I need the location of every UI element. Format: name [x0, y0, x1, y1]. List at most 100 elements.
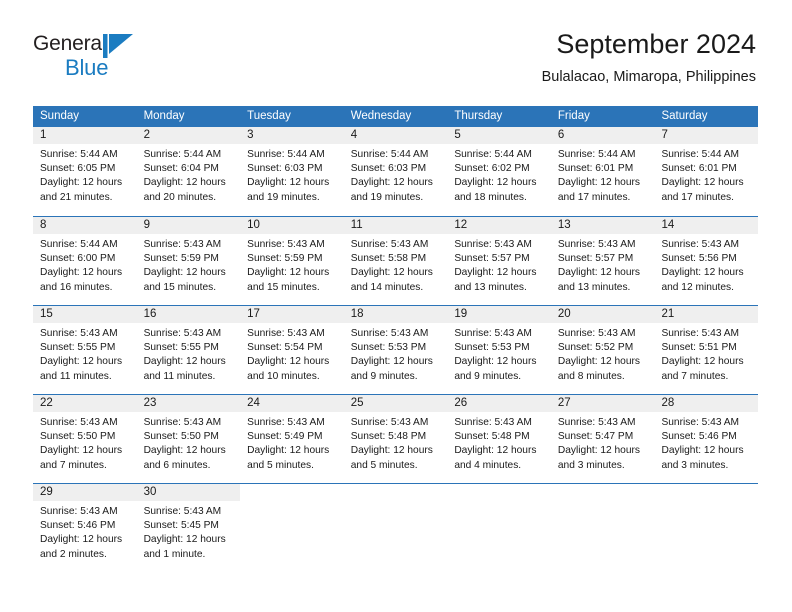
daylight-text-line1: Daylight: 12 hours [454, 356, 537, 368]
sunset-text: Sunset: 6:00 PM [40, 253, 116, 265]
daylight-text-line2: and 19 minutes. [247, 191, 320, 203]
day-cell[interactable]: 11 Sunrise: 5:43 AM Sunset: 5:58 PM Dayl… [343, 217, 448, 305]
day-details: Sunrise: 5:43 AM Sunset: 5:57 PM Dayligh… [551, 234, 655, 295]
day-cell[interactable]: 2 Sunrise: 5:44 AM Sunset: 6:04 PM Dayli… [136, 127, 241, 216]
day-number: 3 [240, 127, 344, 144]
daylight-text-line1: Daylight: 12 hours [454, 177, 537, 189]
day-number: 30 [136, 484, 241, 501]
sunrise-text: Sunrise: 5:43 AM [454, 239, 532, 250]
generalblue-logo[interactable]: General Blue [33, 32, 183, 88]
day-cell[interactable]: 23 Sunrise: 5:43 AM Sunset: 5:50 PM Dayl… [136, 395, 241, 483]
day-number: 27 [550, 395, 655, 412]
day-cell[interactable]: 9 Sunrise: 5:43 AM Sunset: 5:59 PM Dayli… [136, 217, 241, 305]
day-details: Sunrise: 5:44 AM Sunset: 6:04 PM Dayligh… [137, 144, 241, 205]
daylight-text-line1: Daylight: 12 hours [40, 356, 123, 368]
day-cell[interactable]: 4 Sunrise: 5:44 AM Sunset: 6:03 PM Dayli… [343, 127, 448, 216]
day-cell[interactable]: 19 Sunrise: 5:43 AM Sunset: 5:53 PM Dayl… [447, 306, 551, 394]
weekday-header-friday: Friday [557, 110, 590, 122]
day-details: Sunrise: 5:44 AM Sunset: 6:00 PM Dayligh… [33, 234, 137, 295]
sunset-text: Sunset: 5:51 PM [661, 342, 737, 354]
day-cell[interactable]: 29 Sunrise: 5:43 AM Sunset: 5:46 PM Dayl… [33, 484, 137, 572]
day-cell[interactable]: 7 Sunrise: 5:44 AM Sunset: 6:01 PM Dayli… [654, 127, 759, 216]
daylight-text-line2: and 17 minutes. [557, 191, 631, 203]
daylight-text-line1: Daylight: 12 hours [350, 445, 433, 457]
sunset-text: Sunset: 5:57 PM [557, 253, 634, 265]
sunrise-text: Sunrise: 5:43 AM [557, 417, 636, 428]
day-details: Sunrise: 5:44 AM Sunset: 6:03 PM Dayligh… [344, 144, 448, 205]
sunset-text: Sunset: 5:53 PM [350, 342, 427, 354]
daylight-text-line1: Daylight: 12 hours [40, 534, 123, 546]
day-details: Sunrise: 5:44 AM Sunset: 6:05 PM Dayligh… [33, 144, 137, 205]
sunset-text: Sunset: 5:50 PM [143, 431, 219, 443]
day-number: 20 [550, 306, 655, 323]
sunset-text: Sunset: 5:50 PM [40, 431, 116, 443]
day-cell[interactable]: 1 Sunrise: 5:44 AM Sunset: 6:05 PM Dayli… [33, 127, 137, 216]
day-cell[interactable]: 21 Sunrise: 5:43 AM Sunset: 5:51 PM Dayl… [654, 306, 759, 394]
day-cell[interactable]: 13 Sunrise: 5:43 AM Sunset: 5:57 PM Dayl… [550, 217, 655, 305]
sunrise-text: Sunrise: 5:43 AM [661, 417, 740, 428]
sunrise-text: Sunrise: 5:43 AM [661, 328, 740, 339]
day-cell[interactable]: 8 Sunrise: 5:44 AM Sunset: 6:00 PM Dayli… [33, 217, 137, 305]
day-number: 5 [447, 127, 551, 144]
sunrise-text: Sunrise: 5:44 AM [557, 149, 636, 160]
day-number: 11 [343, 217, 448, 234]
day-number: 12 [447, 217, 551, 234]
daylight-text-line2: and 19 minutes. [350, 191, 424, 203]
sunset-text: Sunset: 5:48 PM [454, 431, 530, 443]
daylight-text-line2: and 9 minutes. [350, 370, 418, 382]
day-cell[interactable]: 30 Sunrise: 5:43 AM Sunset: 5:45 PM Dayl… [136, 484, 241, 572]
sunrise-text: Sunrise: 5:43 AM [143, 328, 222, 339]
day-cell[interactable]: 5 Sunrise: 5:44 AM Sunset: 6:02 PM Dayli… [447, 127, 551, 216]
day-cell[interactable]: 12 Sunrise: 5:43 AM Sunset: 5:57 PM Dayl… [447, 217, 551, 305]
day-cell[interactable]: 27 Sunrise: 5:43 AM Sunset: 5:47 PM Dayl… [550, 395, 655, 483]
daylight-text-line1: Daylight: 12 hours [350, 267, 433, 279]
sunrise-text: Sunrise: 5:43 AM [661, 239, 740, 250]
day-number: 9 [136, 217, 241, 234]
sunset-text: Sunset: 5:46 PM [40, 520, 116, 532]
sunrise-text: Sunrise: 5:43 AM [143, 506, 222, 517]
day-cell[interactable]: 25 Sunrise: 5:43 AM Sunset: 5:48 PM Dayl… [343, 395, 448, 483]
day-details: Sunrise: 5:43 AM Sunset: 5:58 PM Dayligh… [344, 234, 448, 295]
day-cell[interactable]: 20 Sunrise: 5:43 AM Sunset: 5:52 PM Dayl… [550, 306, 655, 394]
sunrise-text: Sunrise: 5:43 AM [247, 328, 325, 339]
day-cell[interactable]: 18 Sunrise: 5:43 AM Sunset: 5:53 PM Dayl… [343, 306, 448, 394]
daylight-text-line2: and 11 minutes. [143, 370, 216, 382]
logo-text-general: General [33, 32, 107, 55]
daylight-text-line1: Daylight: 12 hours [143, 534, 226, 546]
sunrise-text: Sunrise: 5:44 AM [143, 149, 222, 160]
day-details: Sunrise: 5:43 AM Sunset: 5:48 PM Dayligh… [447, 412, 551, 473]
sunset-text: Sunset: 6:04 PM [143, 163, 219, 175]
day-cell[interactable]: 6 Sunrise: 5:44 AM Sunset: 6:01 PM Dayli… [550, 127, 655, 216]
sunset-text: Sunset: 6:03 PM [350, 163, 427, 175]
day-cell[interactable]: 28 Sunrise: 5:43 AM Sunset: 5:46 PM Dayl… [654, 395, 759, 483]
page-header: General Blue September 2024 Bulalacao, M… [0, 0, 792, 100]
day-number: 18 [343, 306, 448, 323]
day-details: Sunrise: 5:43 AM Sunset: 5:46 PM Dayligh… [654, 412, 758, 473]
sunset-text: Sunset: 6:03 PM [247, 163, 323, 175]
sunset-text: Sunset: 5:59 PM [247, 253, 323, 265]
day-cell[interactable]: 24 Sunrise: 5:43 AM Sunset: 5:49 PM Dayl… [240, 395, 344, 483]
day-cell[interactable]: 26 Sunrise: 5:43 AM Sunset: 5:48 PM Dayl… [447, 395, 551, 483]
day-details: Sunrise: 5:43 AM Sunset: 5:46 PM Dayligh… [33, 501, 137, 562]
day-details: Sunrise: 5:43 AM Sunset: 5:56 PM Dayligh… [654, 234, 758, 295]
day-cell[interactable]: 16 Sunrise: 5:43 AM Sunset: 5:55 PM Dayl… [136, 306, 241, 394]
daylight-text-line2: and 10 minutes. [247, 370, 320, 382]
sunset-text: Sunset: 5:55 PM [143, 342, 219, 354]
daylight-text-line2: and 13 minutes. [454, 281, 527, 293]
day-details: Sunrise: 5:43 AM Sunset: 5:55 PM Dayligh… [33, 323, 137, 384]
daylight-text-line1: Daylight: 12 hours [557, 445, 641, 457]
day-cell[interactable]: 22 Sunrise: 5:43 AM Sunset: 5:50 PM Dayl… [33, 395, 137, 483]
sunrise-text: Sunrise: 5:43 AM [557, 328, 636, 339]
day-cell[interactable]: 14 Sunrise: 5:43 AM Sunset: 5:56 PM Dayl… [654, 217, 759, 305]
daylight-text-line1: Daylight: 12 hours [247, 267, 330, 279]
day-cell[interactable]: 3 Sunrise: 5:44 AM Sunset: 6:03 PM Dayli… [240, 127, 344, 216]
daylight-text-line2: and 18 minutes. [454, 191, 527, 203]
day-details: Sunrise: 5:44 AM Sunset: 6:01 PM Dayligh… [654, 144, 758, 205]
day-cell[interactable]: 10 Sunrise: 5:43 AM Sunset: 5:59 PM Dayl… [240, 217, 344, 305]
day-cell[interactable]: 17 Sunrise: 5:43 AM Sunset: 5:54 PM Dayl… [240, 306, 344, 394]
weekday-header-saturday: Saturday [661, 110, 708, 122]
day-cell[interactable]: 15 Sunrise: 5:43 AM Sunset: 5:55 PM Dayl… [33, 306, 137, 394]
day-details: Sunrise: 5:43 AM Sunset: 5:54 PM Dayligh… [240, 323, 344, 384]
sunrise-text: Sunrise: 5:44 AM [661, 149, 740, 160]
sunset-text: Sunset: 6:05 PM [40, 163, 116, 175]
